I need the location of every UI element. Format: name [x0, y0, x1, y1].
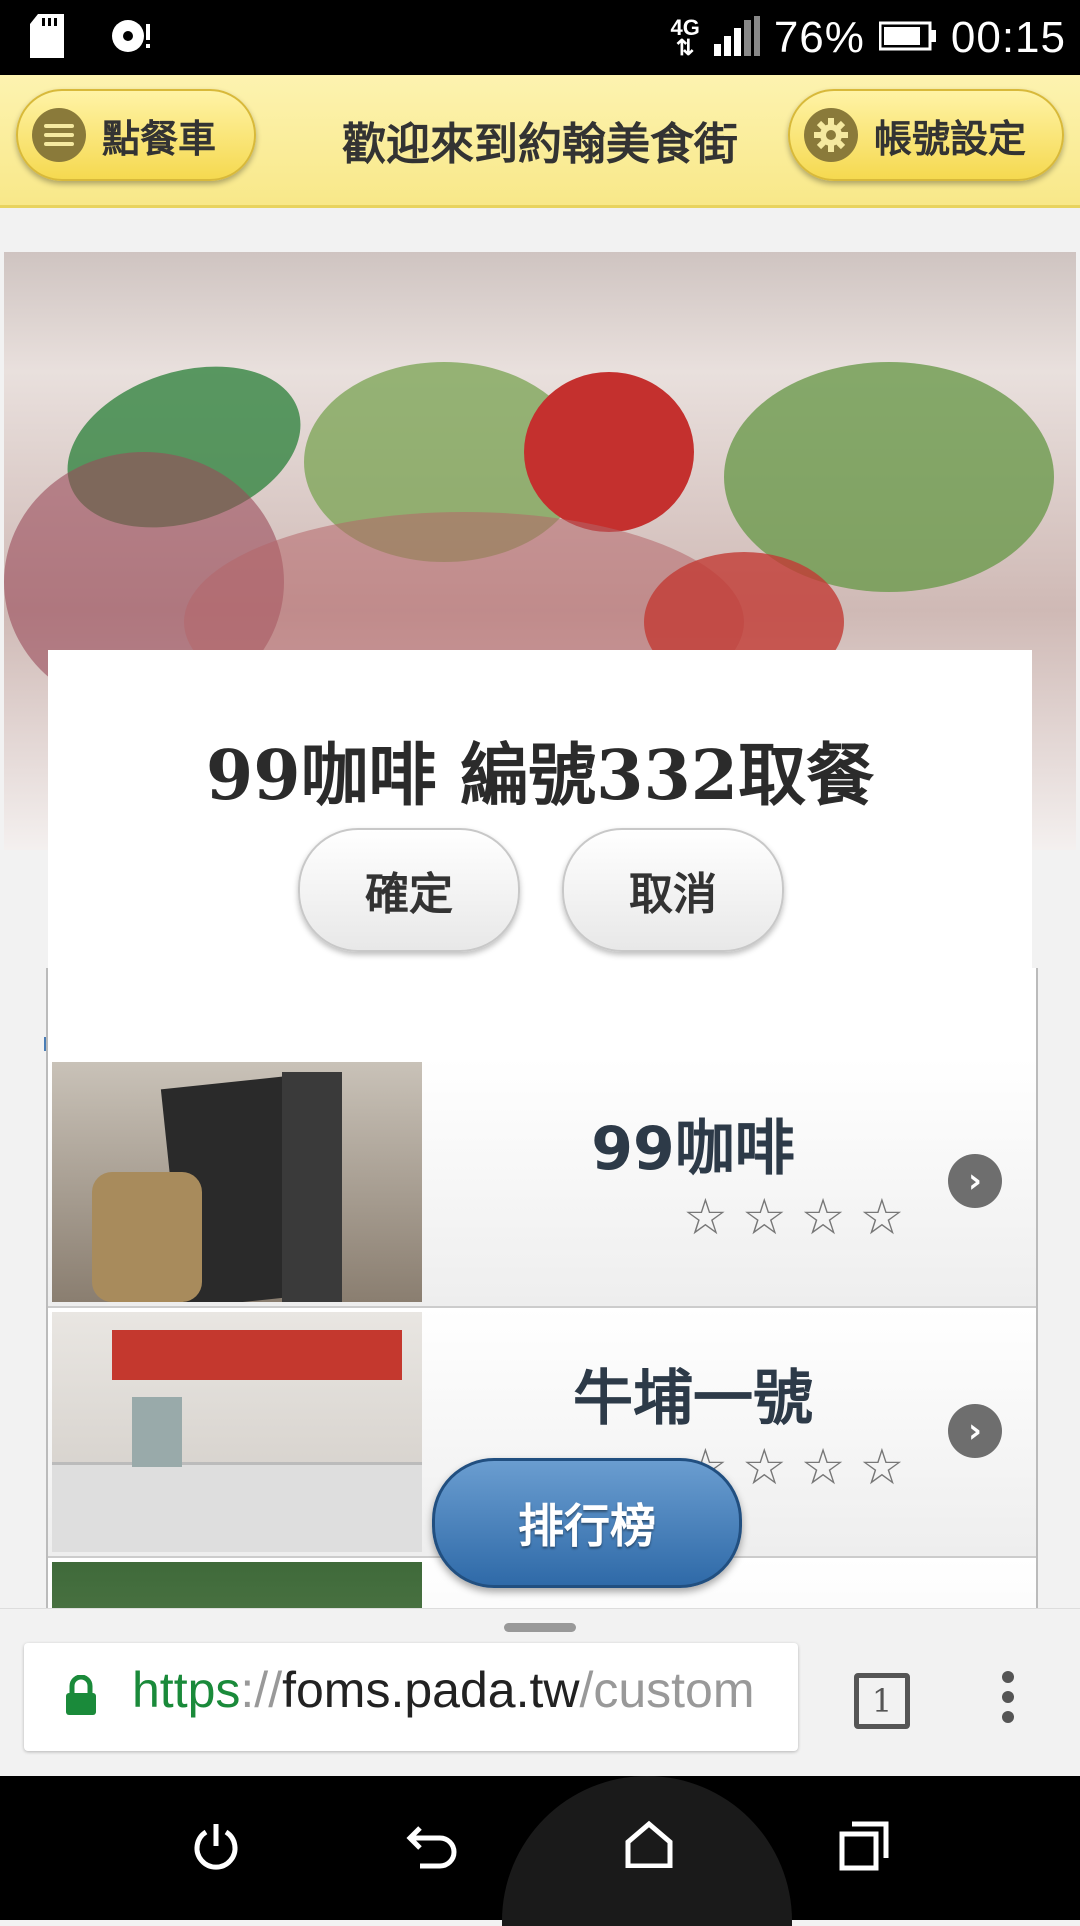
- system-nav-bar: [0, 1776, 1080, 1926]
- battery-percent: 76%: [773, 12, 865, 62]
- account-settings-label: 帳號設定: [874, 116, 1027, 161]
- back-icon[interactable]: [406, 1820, 460, 1874]
- network-type: 4G ⇅: [670, 14, 700, 60]
- cart-button[interactable]: 點餐車: [16, 89, 256, 181]
- restaurant-photo: [52, 1562, 422, 1608]
- tab-switcher-button[interactable]: 1: [854, 1673, 910, 1729]
- url-bar[interactable]: https://foms.pada.tw/custom: [24, 1643, 798, 1751]
- pickup-dialog: 99咖啡 編號332取餐 確定 取消: [48, 650, 1032, 1038]
- account-settings-button[interactable]: 帳號設定: [788, 89, 1064, 181]
- disc-alert-icon: [108, 14, 156, 62]
- lock-icon: [64, 1674, 98, 1721]
- cart-label: 點餐車: [102, 116, 217, 161]
- page-title: 歡迎來到約翰美食街: [342, 119, 738, 170]
- chevron-right-icon[interactable]: ›: [948, 1154, 1002, 1208]
- cancel-button[interactable]: 取消: [562, 828, 784, 952]
- rating-stars: ☆☆☆☆: [683, 1188, 919, 1246]
- signal-icon: [713, 15, 760, 60]
- clock: 00:15: [950, 12, 1066, 62]
- browser-toolbar: https://foms.pada.tw/custom 1: [0, 1608, 1080, 1777]
- chevron-right-icon[interactable]: ›: [948, 1404, 1002, 1458]
- restaurant-name: 99咖啡: [591, 1114, 795, 1184]
- gear-icon: [804, 108, 858, 162]
- home-icon[interactable]: [624, 1820, 674, 1872]
- recents-icon[interactable]: [838, 1820, 890, 1876]
- app-header: 點餐車 歡迎來到約翰美食街 帳號設定: [0, 75, 1080, 208]
- list-item[interactable]: 99咖啡 ☆☆☆☆ ›: [48, 1058, 1036, 1308]
- url-path: /custom: [579, 1662, 755, 1718]
- more-menu-icon[interactable]: [1002, 1671, 1016, 1731]
- battery-icon: [878, 20, 937, 56]
- ranking-button[interactable]: 排行榜: [432, 1458, 742, 1588]
- restaurant-photo: [52, 1062, 422, 1302]
- restaurant-name: 牛埔一號: [573, 1364, 813, 1434]
- status-bar: 4G ⇅ 76% 00:15: [0, 0, 1080, 75]
- restaurant-photo: [52, 1312, 422, 1552]
- url-scheme: https: [132, 1662, 241, 1718]
- url-text: https://foms.pada.tw/custom: [132, 1661, 755, 1719]
- power-icon[interactable]: [190, 1820, 242, 1876]
- url-separator: ://: [240, 1662, 283, 1718]
- sd-card-icon: [30, 14, 64, 62]
- confirm-button[interactable]: 確定: [298, 828, 520, 952]
- hero-image-tomato: [524, 372, 694, 532]
- url-host: foms.pada.tw: [282, 1662, 580, 1718]
- drag-handle[interactable]: [504, 1623, 576, 1632]
- menu-icon: [32, 108, 86, 162]
- dialog-message: 99咖啡 編號332取餐: [205, 736, 875, 816]
